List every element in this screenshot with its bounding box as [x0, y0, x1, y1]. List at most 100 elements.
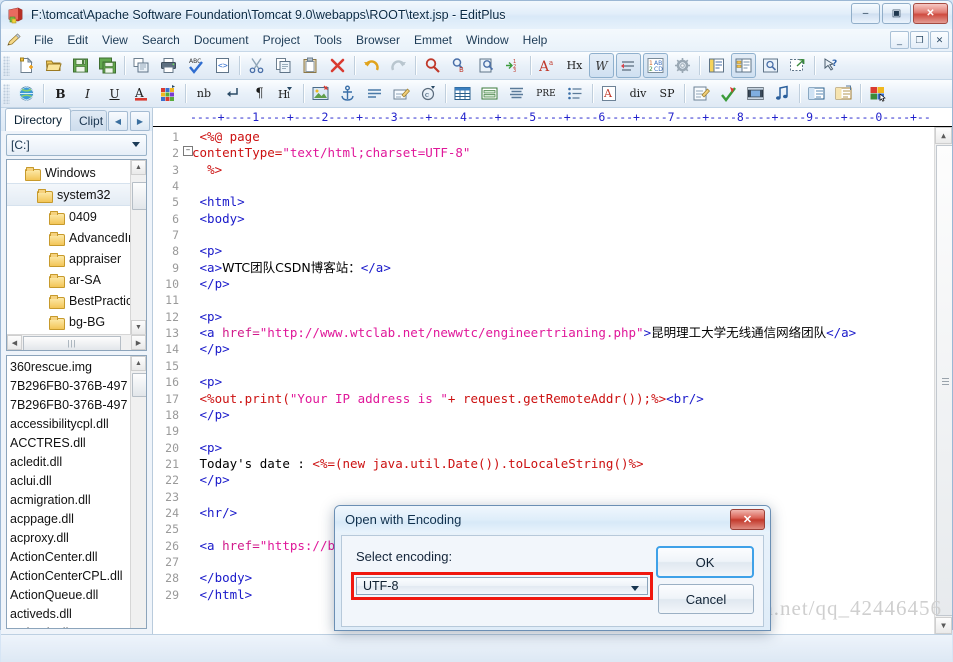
video-icon[interactable]	[743, 81, 768, 106]
tree-item[interactable]: bg-BG	[7, 311, 146, 332]
code-line[interactable]: Today's date : <%=(new java.util.Date())…	[192, 456, 952, 472]
list-item[interactable]: acppage.dll	[10, 510, 143, 529]
toolbar-grip[interactable]	[3, 55, 10, 76]
list-item[interactable]: 7B296FB0-376B-497	[10, 377, 143, 396]
code-line[interactable]: </p>	[192, 276, 952, 292]
menu-project[interactable]: Project	[256, 31, 307, 49]
list-item[interactable]: ACCTRES.dll	[10, 434, 143, 453]
replace-icon[interactable]: B	[447, 53, 472, 78]
edit-tag-icon[interactable]	[389, 81, 414, 106]
code-line[interactable]: <p>	[192, 440, 952, 456]
close-button[interactable]: ✕	[913, 3, 948, 24]
paste-icon[interactable]	[298, 53, 323, 78]
list-item[interactable]: ActionCenter.dll	[10, 548, 143, 567]
scroll-thumb[interactable]: |||	[23, 336, 121, 350]
scroll-thumb[interactable]	[132, 373, 146, 397]
globe-icon[interactable]	[14, 81, 39, 106]
find-in-files-icon[interactable]	[474, 53, 499, 78]
code-line[interactable]	[192, 423, 952, 439]
copy-icon[interactable]	[271, 53, 296, 78]
script-icon[interactable]	[689, 81, 714, 106]
spell-check-icon[interactable]: ABC	[183, 53, 208, 78]
nbsp-icon[interactable]: nb	[190, 81, 218, 106]
browser-preview-icon[interactable]	[785, 53, 810, 78]
list-item[interactable]: 7B296FB0-376B-497	[10, 396, 143, 415]
image-icon[interactable]	[308, 81, 333, 106]
audio-icon[interactable]	[770, 81, 795, 106]
code-line[interactable]: <html>	[192, 194, 952, 210]
bold-icon[interactable]: B	[48, 81, 73, 106]
scroll-up-icon[interactable]: ▲	[131, 356, 146, 371]
color-picker-icon[interactable]	[865, 81, 890, 106]
menu-browser[interactable]: Browser	[349, 31, 407, 49]
validate-icon[interactable]	[716, 81, 741, 106]
print-preview-icon[interactable]	[129, 53, 154, 78]
list-item[interactable]: activeds.tlb	[10, 624, 143, 628]
code-line[interactable]	[192, 358, 952, 374]
fold-column[interactable]: −	[182, 127, 193, 634]
editor-vertical-scrollbar[interactable]: ▲ ▼	[934, 127, 952, 634]
tree-item[interactable]: appraiser	[7, 248, 146, 269]
code-line[interactable]: <p>	[192, 374, 952, 390]
scroll-up-icon[interactable]: ▲	[935, 127, 952, 144]
font-color-icon[interactable]: A	[129, 81, 154, 106]
code-line[interactable]: <a>WTC团队CSDN博客站：</a>	[192, 260, 952, 276]
code-line[interactable]	[192, 292, 952, 308]
word-wrap-icon[interactable]: W	[589, 53, 614, 78]
tree-vertical-scrollbar[interactable]: ▲ ▼	[130, 160, 146, 335]
menu-search[interactable]: Search	[135, 31, 187, 49]
scroll-left-icon[interactable]: ◀	[7, 335, 22, 350]
horizontal-rule-icon[interactable]	[362, 81, 387, 106]
tree-item[interactable]: system32	[7, 183, 146, 206]
tab-cliptext[interactable]: Clipt	[70, 110, 107, 131]
tree-item[interactable]: ar-SA	[7, 269, 146, 290]
dialog-close-button[interactable]: ✕	[730, 509, 765, 530]
mdi-restore-button[interactable]: ❐	[910, 31, 929, 49]
menu-window[interactable]: Window	[459, 31, 516, 49]
scroll-down-icon[interactable]: ▼	[131, 320, 146, 335]
menu-file[interactable]: File	[27, 31, 60, 49]
scroll-right-icon[interactable]: ▶	[131, 335, 146, 350]
drive-select[interactable]: [C:]	[6, 134, 147, 156]
find-icon[interactable]	[420, 53, 445, 78]
list-item[interactable]: accessibilitycpl.dll	[10, 415, 143, 434]
tree-horizontal-scrollbar[interactable]: ◀ ||| ▶	[7, 334, 146, 350]
list-item[interactable]: acledit.dll	[10, 453, 143, 472]
scroll-up-icon[interactable]: ▲	[131, 160, 146, 175]
save-icon[interactable]	[68, 53, 93, 78]
code-line[interactable]	[192, 227, 952, 243]
maximize-button[interactable]: ▣	[882, 3, 911, 24]
table-icon[interactable]	[450, 81, 475, 106]
code-line[interactable]: </p>	[192, 341, 952, 357]
list-item[interactable]: 360rescue.img	[10, 358, 143, 377]
cut-icon[interactable]	[244, 53, 269, 78]
heading-icon[interactable]: H1	[274, 81, 299, 106]
list-item[interactable]: aclui.dll	[10, 472, 143, 491]
encoding-select[interactable]: UTF-8	[356, 577, 648, 595]
code-line[interactable]: <p>	[192, 309, 952, 325]
ok-button[interactable]: OK	[656, 546, 754, 578]
frame-icon[interactable]	[804, 81, 829, 106]
code-line[interactable]: <a href="http://www.wtclab.net/newwtc/en…	[192, 325, 952, 341]
gear-icon[interactable]	[670, 53, 695, 78]
toolbar-grip[interactable]	[3, 83, 10, 104]
underline-icon[interactable]: U	[102, 81, 127, 106]
tree-item[interactable]: BestPractice	[7, 290, 146, 311]
pre-icon[interactable]: PRE	[531, 81, 561, 106]
mdi-minimize-button[interactable]: _	[890, 31, 909, 49]
minimize-button[interactable]: –	[851, 3, 880, 24]
menu-view[interactable]: View	[95, 31, 135, 49]
code-line[interactable]: %>	[192, 162, 952, 178]
context-help-icon[interactable]: ?	[819, 53, 844, 78]
code-line[interactable]	[192, 489, 952, 505]
font-size-icon[interactable]: Aa	[535, 53, 560, 78]
anchor-icon[interactable]	[335, 81, 360, 106]
scroll-down-icon[interactable]: ▼	[935, 617, 952, 634]
span-icon[interactable]: SP	[654, 81, 680, 106]
tab-scroll-right-icon[interactable]: ▶	[130, 111, 150, 131]
tab-scroll-left-icon[interactable]: ◀	[108, 111, 128, 131]
cancel-button[interactable]: Cancel	[658, 584, 754, 614]
folder-tree-list[interactable]: Windows system32 0409 AdvancedIns apprai…	[7, 160, 146, 334]
directory-window-icon[interactable]	[731, 53, 756, 78]
form-icon[interactable]	[477, 81, 502, 106]
